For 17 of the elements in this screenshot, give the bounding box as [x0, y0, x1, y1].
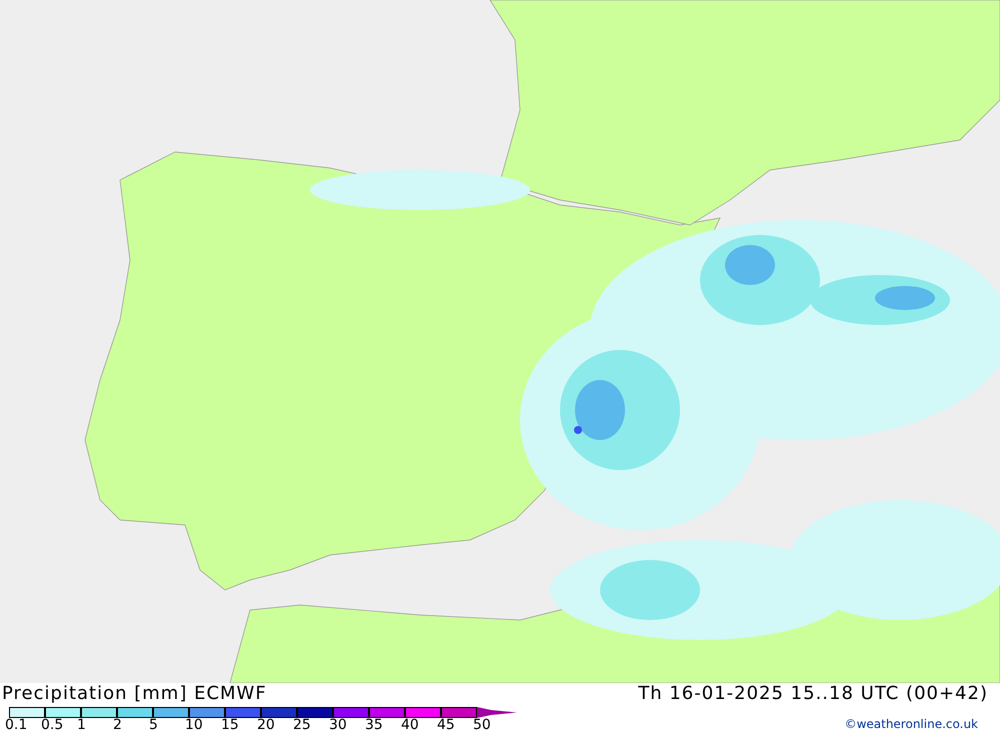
legend-label: 15	[221, 718, 240, 732]
credit-link[interactable]: ©weatheronline.co.uk	[844, 715, 978, 733]
legend-label: 1	[77, 718, 87, 732]
chart-title: Precipitation [mm] ECMWF	[2, 684, 267, 704]
legend-label: 0.5	[41, 718, 64, 732]
legend-label: 20	[257, 718, 276, 732]
legend-label: 40	[401, 718, 420, 732]
legend-label: 5	[149, 718, 159, 732]
legend-label: 30	[329, 718, 348, 732]
legend-label: 0.1	[5, 718, 28, 732]
forecast-time: Th 16-01-2025 15..18 UTC (00+42)	[638, 684, 988, 704]
legend-label: 35	[365, 718, 384, 732]
legend-label: 2	[113, 718, 123, 732]
legend-label: 25	[293, 718, 312, 732]
legend-label: 10	[185, 718, 204, 732]
legend-label: 50	[473, 718, 492, 732]
legend-label: 45	[437, 718, 456, 732]
